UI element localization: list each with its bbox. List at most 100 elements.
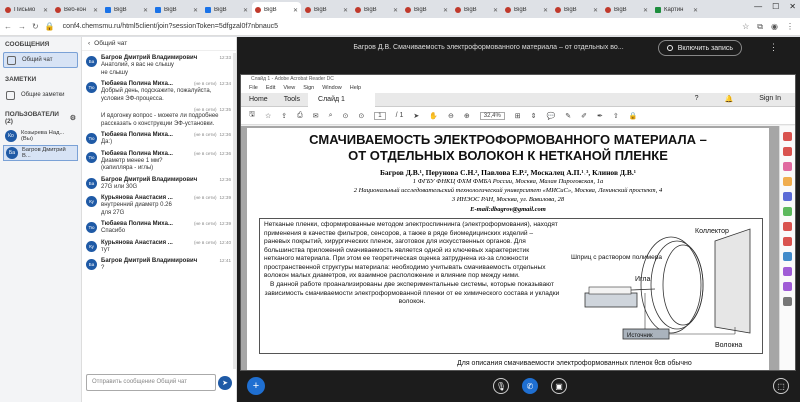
hand-icon[interactable]: ✋ bbox=[429, 112, 438, 120]
browser-tab[interactable]: Веб-кон ✕ bbox=[52, 2, 101, 18]
url-field[interactable]: conf4.chemsmu.ru/html5client/join?sessio… bbox=[63, 23, 742, 30]
combine-icon[interactable] bbox=[783, 192, 792, 201]
send-sign-icon[interactable] bbox=[783, 282, 792, 291]
zoom-out-icon[interactable]: ⊖ bbox=[448, 112, 454, 120]
maximize-icon[interactable]: ☐ bbox=[772, 2, 779, 11]
tab-close-icon[interactable]: ✕ bbox=[493, 7, 498, 14]
browser-tab[interactable]: BigB ✕ bbox=[102, 2, 151, 18]
select-icon[interactable]: ➤ bbox=[413, 112, 419, 120]
bell-icon[interactable]: 🔔 bbox=[716, 95, 741, 103]
chevron-left-icon[interactable]: ‹ bbox=[88, 40, 90, 47]
tab-close-icon[interactable]: ✕ bbox=[343, 7, 348, 14]
browser-tab[interactable]: BigB ✕ bbox=[602, 2, 651, 18]
zoom-in-icon[interactable]: ⊕ bbox=[464, 112, 470, 120]
highlight-icon[interactable]: ✐ bbox=[581, 112, 587, 120]
print-icon[interactable]: ⎙ bbox=[297, 112, 303, 120]
share-icon[interactable]: ⇧ bbox=[613, 112, 619, 120]
create-pdf-icon[interactable] bbox=[783, 147, 792, 156]
tab-home[interactable]: Home bbox=[241, 96, 276, 103]
forward-icon[interactable]: → bbox=[18, 22, 26, 31]
browser-tab[interactable]: BigB ✕ bbox=[352, 2, 401, 18]
tab-close-icon[interactable]: ✕ bbox=[293, 7, 298, 14]
menu-icon[interactable]: ⋮ bbox=[786, 22, 794, 32]
more-tools-icon[interactable] bbox=[783, 297, 792, 306]
record-button[interactable]: Включить запись bbox=[657, 40, 742, 56]
pen-icon[interactable]: ✎ bbox=[565, 112, 571, 120]
close-icon[interactable]: ✕ bbox=[789, 2, 796, 11]
browser-tab[interactable]: BigB ✕ bbox=[152, 2, 201, 18]
gear-icon[interactable]: ⚙ bbox=[70, 114, 76, 122]
tab-document[interactable]: Слайд 1 bbox=[308, 92, 375, 107]
export-pdf-icon[interactable] bbox=[783, 132, 792, 141]
extensions-icon[interactable]: ⧉ bbox=[757, 22, 763, 32]
profile-icon[interactable]: ◉ bbox=[771, 22, 778, 32]
acrobat-menu-item[interactable]: View bbox=[283, 84, 295, 93]
protect-icon[interactable] bbox=[783, 252, 792, 261]
options-menu-icon[interactable]: ⋮ bbox=[769, 42, 778, 53]
zoom-field[interactable]: 32,4% bbox=[479, 111, 505, 120]
sign-icon[interactable]: ✒ bbox=[597, 112, 603, 120]
acrobat-menu-item[interactable]: Edit bbox=[266, 84, 275, 93]
audio-button[interactable]: ✆ bbox=[522, 378, 538, 394]
tab-close-icon[interactable]: ✕ bbox=[443, 7, 448, 14]
upload-icon[interactable]: ⇪ bbox=[281, 112, 287, 120]
minimize-icon[interactable]: — bbox=[754, 2, 762, 11]
tab-close-icon[interactable]: ✕ bbox=[143, 7, 148, 14]
tab-tools[interactable]: Tools bbox=[276, 96, 308, 103]
actions-button[interactable]: + bbox=[247, 377, 265, 395]
send-button[interactable]: ➤ bbox=[218, 376, 232, 390]
fit-icon[interactable]: ⊞ bbox=[515, 112, 521, 120]
tab-close-icon[interactable]: ✕ bbox=[593, 7, 598, 14]
prev-page-icon[interactable]: ⊙ bbox=[343, 112, 349, 120]
browser-tab[interactable]: BigB ✕ bbox=[502, 2, 551, 18]
chat-header[interactable]: ‹ Общий чат bbox=[82, 37, 236, 51]
save-icon[interactable]: 🖫 bbox=[249, 110, 255, 121]
search-icon[interactable]: ⌕ bbox=[329, 112, 333, 120]
mail-icon[interactable]: ✉ bbox=[313, 112, 319, 120]
tab-close-icon[interactable]: ✕ bbox=[193, 7, 198, 14]
browser-tab[interactable]: BigB ✕ bbox=[452, 2, 501, 18]
acrobat-menu-item[interactable]: File bbox=[249, 84, 258, 93]
tab-close-icon[interactable]: ✕ bbox=[543, 7, 548, 14]
edit-pdf-icon[interactable] bbox=[783, 162, 792, 171]
tab-close-icon[interactable]: ✕ bbox=[243, 7, 248, 14]
browser-tab[interactable]: BigB ✕ bbox=[402, 2, 451, 18]
chat-scrollbar[interactable] bbox=[233, 53, 236, 369]
star-icon[interactable]: ☆ bbox=[265, 112, 271, 120]
organize-icon[interactable] bbox=[783, 207, 792, 216]
user-item-presenter[interactable]: Ба Багров Дмитрий В... bbox=[3, 145, 78, 161]
tab-close-icon[interactable]: ✕ bbox=[393, 7, 398, 14]
comment-tool-icon[interactable] bbox=[783, 177, 792, 186]
browser-tab[interactable]: BigB ✕ bbox=[302, 2, 351, 18]
tab-close-icon[interactable]: ✕ bbox=[693, 7, 698, 14]
nav-public-chat[interactable]: Общий чат bbox=[3, 52, 78, 68]
page-number-input[interactable]: 1 bbox=[374, 111, 386, 120]
browser-tab[interactable]: BigB ✕ bbox=[252, 2, 301, 18]
tab-close-icon[interactable]: ✕ bbox=[43, 7, 48, 14]
user-item-self[interactable]: Ко Козырева Над... (Вы) bbox=[3, 129, 78, 143]
browser-tab[interactable]: Картин ✕ bbox=[652, 2, 701, 18]
browser-tab[interactable]: BigB ✕ bbox=[202, 2, 251, 18]
star-icon[interactable]: ☆ bbox=[742, 22, 749, 32]
browser-tab[interactable]: Письмо ✕ bbox=[2, 2, 51, 18]
tab-close-icon[interactable]: ✕ bbox=[93, 7, 98, 14]
browser-tab[interactable]: BigB ✕ bbox=[552, 2, 601, 18]
back-icon[interactable]: ← bbox=[4, 22, 12, 31]
fill-sign-icon[interactable] bbox=[783, 267, 792, 276]
tab-close-icon[interactable]: ✕ bbox=[643, 7, 648, 14]
camera-button[interactable]: ▣ bbox=[551, 378, 567, 394]
lock-icon[interactable]: 🔒 bbox=[629, 112, 638, 120]
help-icon[interactable]: ? bbox=[687, 95, 707, 103]
document-view[interactable]: СМАЧИВАЕМОСТЬ ЭЛЕКТРОФОРМОВАННОГО МАТЕРИ… bbox=[241, 126, 781, 370]
reload-icon[interactable]: ↻ bbox=[32, 22, 39, 31]
redact-icon[interactable] bbox=[783, 237, 792, 246]
next-page-icon[interactable]: ⊙ bbox=[358, 112, 364, 120]
comment-icon[interactable]: 💬 bbox=[547, 112, 556, 120]
lock-icon[interactable]: 🔒 bbox=[45, 22, 55, 31]
microphone-button[interactable]: 🎙 bbox=[493, 378, 509, 394]
sign-in-link[interactable]: Sign In bbox=[751, 95, 789, 103]
screen-share-button[interactable]: ⬚ bbox=[773, 378, 789, 394]
nav-shared-notes[interactable]: Общие заметки bbox=[3, 87, 78, 103]
chat-input[interactable]: Отправить сообщение Общий чат bbox=[86, 374, 216, 391]
compress-icon[interactable] bbox=[783, 222, 792, 231]
